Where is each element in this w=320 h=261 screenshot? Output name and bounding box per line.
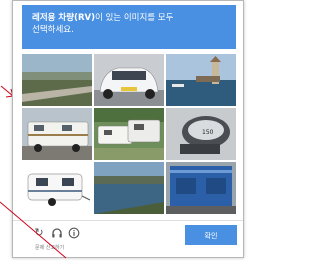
- image-grid: 150: [22, 54, 236, 214]
- tile-motorhome[interactable]: [22, 108, 92, 160]
- prompt-bold: 레저용 차량(RV): [32, 13, 95, 23]
- tile-rv-campground[interactable]: [94, 108, 164, 160]
- prompt-text: 이 있는 이미지를 모두: [94, 13, 174, 23]
- verify-button[interactable]: 확인: [185, 225, 237, 245]
- tile-boat-motor[interactable]: 150: [166, 108, 236, 160]
- prompt-text-line2: 선택하세요.: [32, 25, 74, 35]
- tile-white-car[interactable]: [94, 54, 164, 106]
- captcha-header: 레저용 차량(RV)이 있는 이미지를 모두 선택하세요.: [22, 5, 236, 49]
- tile-road-landscape[interactable]: [22, 54, 92, 106]
- tile-blue-truck[interactable]: [166, 162, 236, 214]
- tile-lake[interactable]: [94, 162, 164, 214]
- annotation-line-bottom: [0, 201, 67, 259]
- tile-harbor[interactable]: [166, 54, 236, 106]
- svg-text:150: 150: [202, 129, 214, 136]
